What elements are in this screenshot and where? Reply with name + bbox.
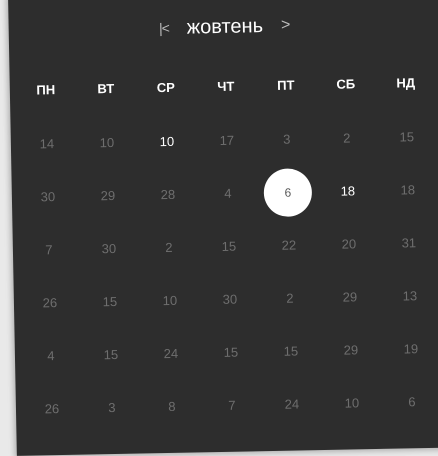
day-cell[interactable]: 15 <box>80 328 141 382</box>
calendar-panel: |< < жовтень > ПН ВТ СР ЧТ ПТ СБ НД 14 10… <box>8 0 438 456</box>
day-number: 30 <box>40 189 56 205</box>
day-cell[interactable]: 15 <box>79 275 140 329</box>
day-cell[interactable]: 10 <box>139 273 200 327</box>
day-cell[interactable]: 15 <box>198 219 259 273</box>
day-number: 30 <box>222 291 238 307</box>
day-number: 26 <box>44 401 60 417</box>
day-number: 15 <box>103 346 119 363</box>
calendar-header: |< < жовтень > <box>8 8 438 46</box>
day-cell[interactable]: 6 <box>381 375 438 429</box>
day-cell[interactable]: 2 <box>316 111 377 165</box>
day-number: 7 <box>228 397 236 413</box>
day-cell[interactable]: 3 <box>256 112 317 166</box>
day-number: 15 <box>221 238 237 254</box>
day-number: 6 <box>263 167 313 217</box>
day-cell[interactable]: 30 <box>199 272 260 326</box>
day-cell[interactable]: 26 <box>19 276 80 330</box>
day-cell[interactable]: 24 <box>261 377 322 431</box>
selected-day-cell[interactable]: 6 <box>257 165 318 219</box>
day-number: 29 <box>343 342 359 358</box>
day-number: 29 <box>100 187 116 204</box>
weekday-sun: НД <box>396 75 416 91</box>
weekday-header-row: ПН ВТ СР ЧТ ПТ СБ НД <box>16 68 436 106</box>
day-number: 4 <box>224 185 232 201</box>
day-number: 3 <box>283 131 291 147</box>
day-cell[interactable]: 4 <box>20 329 81 383</box>
day-number: 15 <box>399 129 415 145</box>
day-number: 24 <box>163 345 179 362</box>
day-cell[interactable]: 18 <box>377 163 438 217</box>
day-cell[interactable]: 15 <box>200 325 261 379</box>
day-number: 22 <box>281 237 297 253</box>
day-cell[interactable]: 10 <box>76 116 137 170</box>
day-cell[interactable]: 2 <box>259 271 320 325</box>
day-number: 13 <box>402 288 418 304</box>
day-number: 10 <box>159 133 175 150</box>
day-cell[interactable]: 18 <box>317 164 378 218</box>
day-cell[interactable]: 13 <box>379 269 438 323</box>
day-cell[interactable]: 15 <box>260 324 321 378</box>
day-number: 10 <box>344 395 360 411</box>
day-cell[interactable]: 7 <box>18 223 79 277</box>
day-cell[interactable]: 14 <box>16 117 77 171</box>
day-number: 10 <box>99 134 115 151</box>
day-cell[interactable]: 19 <box>380 322 438 376</box>
day-cell[interactable]: 4 <box>197 166 258 220</box>
day-number: 24 <box>284 396 300 412</box>
first-page-icon[interactable]: |< <box>157 20 171 36</box>
day-number: 2 <box>286 290 294 306</box>
day-number: 20 <box>341 236 357 252</box>
day-number: 15 <box>102 293 118 310</box>
day-number: 3 <box>108 400 116 416</box>
day-cell[interactable]: 2 <box>138 220 199 274</box>
day-cell[interactable]: 17 <box>196 113 257 167</box>
day-cell[interactable]: 26 <box>21 382 82 436</box>
day-cell[interactable]: 7 <box>201 378 262 432</box>
month-label[interactable]: жовтень <box>187 15 264 39</box>
weekday-fri: ПТ <box>277 77 295 93</box>
day-number: 14 <box>39 136 55 152</box>
day-number: 28 <box>160 186 176 203</box>
day-number: 10 <box>162 292 178 309</box>
day-number: 15 <box>223 344 239 360</box>
day-number: 19 <box>403 341 419 357</box>
day-number: 18 <box>340 183 356 199</box>
day-cell[interactable]: 29 <box>77 169 138 223</box>
day-cell[interactable]: 30 <box>78 222 139 276</box>
weekday-tue: ВТ <box>97 80 115 97</box>
day-number: 18 <box>400 182 416 198</box>
day-number: 4 <box>47 348 55 364</box>
day-number: 17 <box>219 132 235 148</box>
day-number: 31 <box>401 235 417 251</box>
day-cell[interactable]: 29 <box>320 323 381 377</box>
day-grid: 14 10 10 17 3 2 15 30 29 28 4 6 18 18 7 30 2 15 22 20 31 26 15… <box>16 110 438 436</box>
day-cell[interactable]: 30 <box>17 170 78 224</box>
day-cell[interactable]: 29 <box>319 270 380 324</box>
day-cell[interactable]: 10 <box>321 376 382 430</box>
weekday-wed: СР <box>156 79 175 96</box>
day-number: 2 <box>165 239 173 256</box>
day-number: 30 <box>101 240 117 257</box>
day-cell[interactable]: 22 <box>258 218 319 272</box>
day-cell[interactable]: 31 <box>378 216 438 270</box>
chevron-right-icon[interactable]: > <box>279 17 293 34</box>
day-number: 6 <box>408 394 416 410</box>
weekday-sat: СБ <box>336 76 356 92</box>
day-cell[interactable]: 10 <box>136 114 197 168</box>
day-cell[interactable]: 28 <box>137 167 198 221</box>
day-number: 26 <box>42 295 58 311</box>
day-cell[interactable]: 24 <box>140 326 201 380</box>
day-number: 8 <box>168 398 176 414</box>
day-number: 29 <box>342 289 358 305</box>
day-number: 2 <box>343 130 351 146</box>
day-cell[interactable]: 15 <box>376 110 437 164</box>
day-number: 7 <box>45 242 53 258</box>
day-cell[interactable]: 3 <box>81 381 142 435</box>
day-cell[interactable]: 20 <box>318 217 379 271</box>
weekday-mon: ПН <box>36 82 56 98</box>
weekday-thu: ЧТ <box>217 78 235 94</box>
day-number: 15 <box>283 343 299 359</box>
day-cell[interactable]: 8 <box>141 379 202 433</box>
